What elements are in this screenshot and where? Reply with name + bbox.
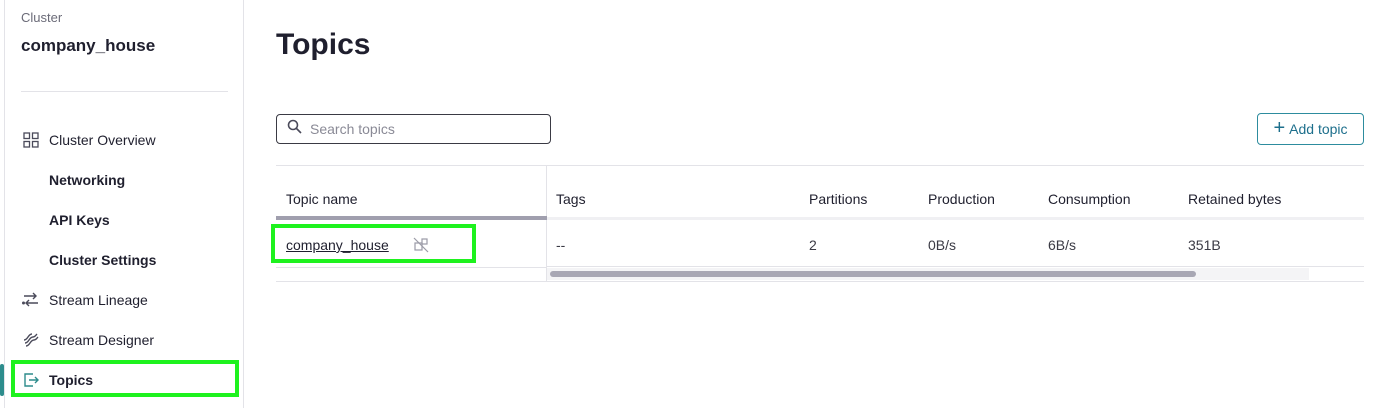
row-divider xyxy=(547,266,1364,267)
column-header-partitions[interactable]: Partitions xyxy=(809,191,867,207)
sidebar-item-label: Stream Designer xyxy=(49,332,155,348)
sidebar: Cluster company_house Cluster Overview N… xyxy=(4,0,244,408)
grid-icon xyxy=(21,130,41,150)
column-header-production[interactable]: Production xyxy=(928,191,995,207)
cell-partitions: 2 xyxy=(809,237,817,253)
active-indicator xyxy=(0,364,4,396)
sidebar-item-api-keys[interactable]: API Keys xyxy=(5,205,243,235)
no-schema-icon[interactable] xyxy=(413,237,429,253)
header-underline xyxy=(547,217,1364,220)
sidebar-item-cluster-settings[interactable]: Cluster Settings xyxy=(5,245,243,275)
table-border-bottom xyxy=(276,281,1364,282)
cell-tags: -- xyxy=(556,237,566,253)
add-topic-button[interactable]: + Add topic xyxy=(1257,113,1364,145)
page-title: Topics xyxy=(276,28,371,61)
table-border-top xyxy=(276,165,1364,166)
sidebar-item-label: Topics xyxy=(49,372,94,388)
sidebar-item-label: API Keys xyxy=(49,212,110,228)
cluster-name: company_house xyxy=(21,36,156,55)
topics-icon xyxy=(21,370,41,390)
sidebar-item-label: Stream Lineage xyxy=(49,292,148,308)
frozen-column-separator xyxy=(546,166,547,281)
add-topic-label: Add topic xyxy=(1289,121,1348,137)
lineage-icon xyxy=(21,290,41,310)
sidebar-divider xyxy=(21,91,228,92)
search-icon xyxy=(287,119,302,139)
sidebar-item-label: Cluster Settings xyxy=(49,252,157,268)
plus-icon: + xyxy=(1273,117,1286,139)
column-header-consumption[interactable]: Consumption xyxy=(1048,191,1131,207)
column-header-retained-bytes[interactable]: Retained bytes xyxy=(1188,191,1281,207)
cell-consumption: 6B/s xyxy=(1048,237,1077,253)
sidebar-item-topics[interactable]: Topics xyxy=(5,365,243,395)
horizontal-scrollbar-thumb[interactable] xyxy=(550,271,1196,277)
cluster-label: Cluster xyxy=(21,10,63,25)
cell-production: 0B/s xyxy=(928,237,957,253)
column-header-tags[interactable]: Tags xyxy=(556,191,586,207)
search-input[interactable] xyxy=(310,121,540,137)
sidebar-item-stream-lineage[interactable]: Stream Lineage xyxy=(5,285,243,315)
sidebar-item-label: Networking xyxy=(49,172,126,188)
designer-icon xyxy=(21,330,41,350)
header-underline xyxy=(276,216,547,220)
search-box[interactable] xyxy=(276,114,551,144)
sidebar-item-cluster-overview[interactable]: Cluster Overview xyxy=(5,125,243,155)
sidebar-item-networking[interactable]: Networking xyxy=(5,165,243,195)
sidebar-item-label: Cluster Overview xyxy=(49,132,156,148)
cell-retained-bytes: 351B xyxy=(1188,237,1221,253)
column-header-topic-name[interactable]: Topic name xyxy=(286,191,358,207)
row-divider xyxy=(276,267,547,268)
topic-name-link[interactable]: company_house xyxy=(286,237,389,253)
sidebar-item-stream-designer[interactable]: Stream Designer xyxy=(5,325,243,355)
